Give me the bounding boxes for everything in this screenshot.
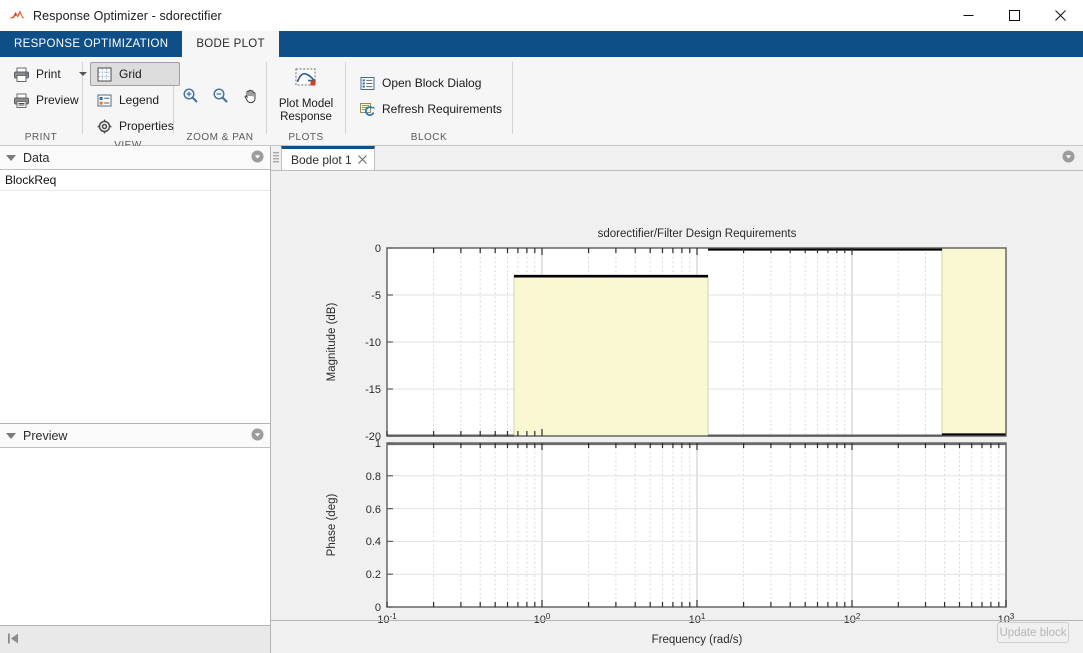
update-block-button[interactable]: Update block [997,622,1069,643]
dock-status-bar [0,625,270,653]
svg-text:-15: -15 [365,384,381,396]
properties-button[interactable]: Properties [90,114,180,138]
data-panel-title: Data [23,150,50,165]
zoom-in-button[interactable] [177,82,203,108]
grid-label: Grid [119,67,142,81]
ribbon-group-label-block: BLOCK [410,132,448,143]
open-block-dialog-label: Open Block Dialog [382,76,482,90]
minimize-button[interactable] [945,0,991,31]
preview-panel-header[interactable]: Preview [0,424,270,448]
left-dock: Data BlockReq Preview [0,146,271,653]
list-item[interactable]: BlockReq [0,170,270,191]
block-dialog-icon [359,75,376,92]
svg-text:0.4: 0.4 [366,536,381,548]
requirement-band-stopband [941,247,1007,437]
window-title: Response Optimizer - sdorectifier [33,8,222,23]
window-controls [945,0,1083,31]
legend-label: Legend [119,93,160,107]
ribbon-group-block: Open Block Dialog Refresh Requirements B… [346,57,512,146]
properties-label: Properties [119,119,174,133]
response-optimizer-window: Response Optimizer - sdorectifier RESPON… [0,0,1083,653]
svg-text:-10: -10 [365,337,381,349]
frequency-axis-label: Frequency (rad/s) [652,634,743,646]
pan-button[interactable] [237,82,263,108]
panel-menu-icon[interactable] [251,428,264,444]
document-menu-icon[interactable] [1062,150,1075,166]
ribbon-group-print: Print Preview PRINT [0,57,87,146]
open-block-dialog-button[interactable]: Open Block Dialog [353,71,508,95]
refresh-requirements-button[interactable]: Refresh Requirements [353,97,508,121]
close-tab-icon[interactable] [357,153,367,166]
data-panel-header[interactable]: Data [0,146,270,170]
zoom-out-button[interactable] [207,82,233,108]
close-button[interactable] [1037,0,1083,31]
tab-response-optimization[interactable]: RESPONSE OPTIMIZATION [0,31,182,57]
collapse-left-icon[interactable] [7,632,22,648]
print-button[interactable]: Print [7,62,93,86]
plot-model-response-button[interactable]: Plot Model Response [274,63,338,128]
svg-text:1: 1 [375,438,381,450]
legend-icon [96,92,113,109]
triangle-down-icon[interactable] [6,154,16,161]
panel-menu-icon[interactable] [251,150,264,166]
refresh-requirements-label: Refresh Requirements [382,102,503,116]
preview-panel-body [0,448,270,625]
legend-button[interactable]: Legend [90,88,180,112]
ribbon-tabstrip: RESPONSE OPTIMIZATION BODE PLOT [0,31,1083,57]
canvas-divider [271,620,1083,621]
triangle-down-icon[interactable] [6,432,16,439]
print-preview-label: Preview [36,93,79,107]
svg-text:0.2: 0.2 [366,569,381,581]
properties-gear-icon [96,118,113,135]
ribbon-group-zoom-pan: ZOOM & PAN [174,57,266,146]
svg-text:-5: -5 [371,290,381,302]
refresh-requirements-icon [359,101,376,118]
maximize-button[interactable] [991,0,1037,31]
plot-model-response-label-line1: Plot Model [278,98,334,110]
zoom-out-icon [212,87,229,104]
svg-text:0.6: 0.6 [366,504,381,516]
bode-plot-figure[interactable]: 0 -5 -10 -15 -20 Magnitude (dB) sdorecti… [271,171,1083,653]
ribbon-group-label-plots: PLOTS [288,132,324,143]
tab-bode-plot[interactable]: BODE PLOT [182,31,279,57]
requirement-band-passband [513,275,709,437]
data-item-label: BlockReq [5,173,57,187]
ribbon-group-label-print: PRINT [24,132,58,143]
plot-model-response-label-line2: Response [280,111,332,123]
grid-icon [96,66,113,83]
tab-grip-icon[interactable] [271,146,281,170]
magnitude-subplot: 0 -5 -10 -15 -20 Magnitude (dB) [326,243,1007,443]
title-bar: Response Optimizer - sdorectifier [0,0,1083,31]
bode-plot-canvas[interactable]: 0 -5 -10 -15 -20 Magnitude (dB) sdorecti… [271,171,1083,653]
magnitude-axis-label: Magnitude (dB) [326,303,338,382]
print-preview-button[interactable]: Preview [7,88,93,112]
document-area: Bode plot 1 0 -5 -10 -15 -20 Magnitude (… [271,146,1083,653]
ribbon-group-plots: Plot Model Response PLOTS [267,57,345,146]
matlab-logo-icon [8,7,26,25]
zoom-in-icon [182,87,199,104]
grid-toggle-button[interactable]: Grid [90,62,180,86]
pan-hand-icon [242,87,259,104]
chart-title: sdorectifier/Filter Design Requirements [598,228,797,240]
ribbon-toolbar: Print Preview PRINT Grid Legend Properti… [0,57,1083,193]
svg-text:0.8: 0.8 [366,471,381,483]
data-panel-body: BlockReq [0,170,270,424]
svg-text:0: 0 [375,243,381,255]
document-tab-bode-plot-1[interactable]: Bode plot 1 [281,146,375,170]
plot-model-response-icon [291,67,321,95]
document-tabstrip: Bode plot 1 [271,146,1083,171]
ribbon-group-label-zoom-pan: ZOOM & PAN [186,132,254,143]
document-tab-label: Bode plot 1 [291,152,352,167]
print-label: Print [36,67,61,81]
preview-panel-title: Preview [23,428,68,443]
phase-axis-label: Phase (deg) [326,494,338,557]
svg-text:0: 0 [375,602,381,614]
printer-icon [13,66,30,83]
ribbon-group-view: Grid Legend Properties [83,57,180,151]
ribbon-separator [512,62,513,134]
print-preview-icon [13,92,30,109]
